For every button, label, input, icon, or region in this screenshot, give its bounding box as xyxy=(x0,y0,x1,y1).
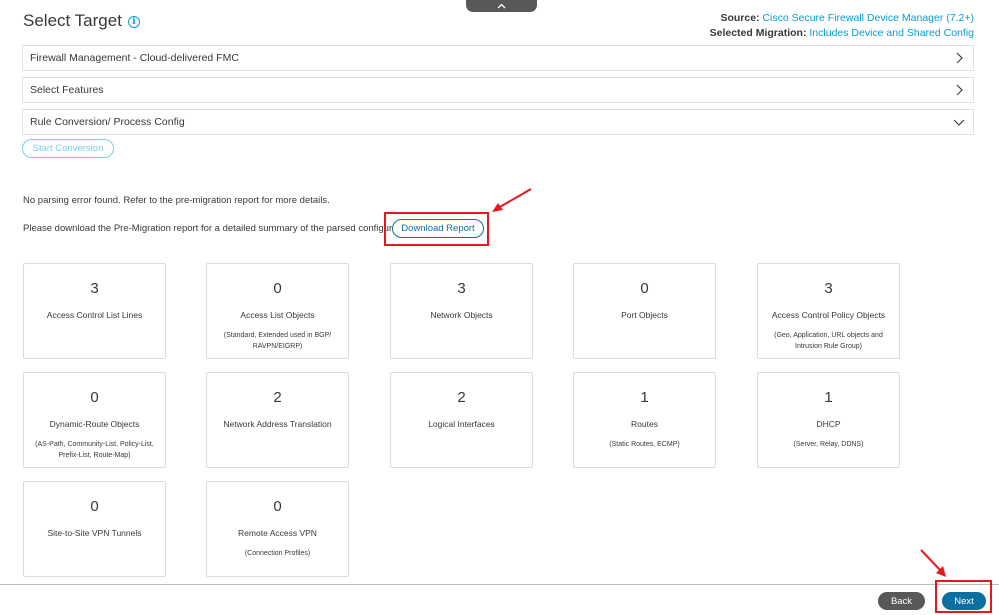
card-label: Network Address Translation xyxy=(223,419,332,429)
card-count: 0 xyxy=(273,498,282,515)
card-sublabel: (Connection Profiles) xyxy=(244,550,311,557)
card-label: Routes xyxy=(631,419,658,429)
next-button[interactable]: Next xyxy=(942,592,986,610)
card-count: 0 xyxy=(273,280,282,297)
card-sublabel: (Static Routes, ECMP) xyxy=(609,441,680,448)
parsing-status-message: No parsing error found. Refer to the pre… xyxy=(23,195,330,206)
footer-divider xyxy=(0,584,999,585)
card-count: 1 xyxy=(640,389,649,406)
card-label: Site-to-Site VPN Tunnels xyxy=(47,528,142,538)
card-sublabel: (Server, Relay, DDNS) xyxy=(793,441,864,448)
migration-source-info: Source: Cisco Secure Firewall Device Man… xyxy=(710,11,974,41)
download-prompt-message: Please download the Pre-Migration report… xyxy=(23,223,416,234)
selected-migration-label: Selected Migration: xyxy=(709,27,807,39)
card-sublabel: (AS-Path, Community-List, Policy-List, P… xyxy=(35,441,154,459)
summary-card: 2 Network Address Translation xyxy=(206,372,349,468)
accordion-select-features[interactable]: Select Features xyxy=(22,77,974,103)
summary-card: 3 Access Control List Lines xyxy=(23,263,166,359)
page-title-text: Select Target xyxy=(23,11,122,30)
summary-card: 1 Routes (Static Routes, ECMP) xyxy=(573,372,716,468)
chevron-right-icon xyxy=(956,52,963,64)
card-label: Logical Interfaces xyxy=(428,419,495,429)
card-label: Network Objects xyxy=(430,310,493,320)
card-label: Dynamic-Route Objects xyxy=(49,419,140,429)
card-label: Remote Access VPN xyxy=(238,528,317,538)
chevron-down-icon xyxy=(953,119,965,126)
summary-card: 3 Access Control Policy Objects (Geo, Ap… xyxy=(757,263,900,359)
card-label: Access Control List Lines xyxy=(46,310,143,320)
accordion-label: Firewall Management - Cloud-delivered FM… xyxy=(30,52,239,64)
back-button[interactable]: Back xyxy=(878,592,925,610)
card-sublabel: (Geo, Application, URL objects and Intru… xyxy=(774,332,883,350)
arrow-to-download-report xyxy=(492,188,532,212)
arrow-to-next-button xyxy=(920,549,946,577)
source-label: Source: xyxy=(720,12,760,24)
page-title: Select Target i xyxy=(23,11,140,31)
card-sublabel: (Standard, Extended used in BGP/ RAVPN/E… xyxy=(223,332,332,350)
card-count: 3 xyxy=(824,280,833,297)
card-count: 1 xyxy=(824,389,833,406)
info-icon[interactable]: i xyxy=(127,16,140,28)
accordion-label: Select Features xyxy=(30,84,104,96)
card-count: 0 xyxy=(90,389,99,406)
accordion-rule-conversion[interactable]: Rule Conversion/ Process Config xyxy=(22,109,974,135)
summary-card: 1 DHCP (Server, Relay, DDNS) xyxy=(757,372,900,468)
summary-card: 0 Dynamic-Route Objects (AS-Path, Commun… xyxy=(23,372,166,468)
summary-card: 0 Access List Objects (Standard, Extende… xyxy=(206,263,349,359)
card-count: 2 xyxy=(273,389,282,406)
chevron-up-icon xyxy=(497,3,506,9)
chevron-right-icon xyxy=(956,84,963,96)
summary-card: 3 Network Objects xyxy=(390,263,533,359)
card-label: Port Objects xyxy=(621,310,668,320)
summary-card: 0 Port Objects xyxy=(573,263,716,359)
card-label: DHCP xyxy=(816,419,841,429)
source-value: Cisco Secure Firewall Device Manager (7.… xyxy=(762,12,974,24)
download-report-button[interactable]: Download Report xyxy=(392,219,484,238)
selected-migration-value: Includes Device and Shared Config xyxy=(809,27,974,39)
summary-card: 0 Remote Access VPN (Connection Profiles… xyxy=(206,481,349,577)
start-conversion-button[interactable]: Start Conversion xyxy=(22,139,114,158)
card-count: 0 xyxy=(90,498,99,515)
card-label: Access List Objects xyxy=(240,310,315,320)
summary-card: 2 Logical Interfaces xyxy=(390,372,533,468)
accordion-label: Rule Conversion/ Process Config xyxy=(30,116,185,128)
card-count: 3 xyxy=(457,280,466,297)
card-count: 0 xyxy=(640,280,649,297)
summary-card: 0 Site-to-Site VPN Tunnels xyxy=(23,481,166,577)
card-label: Access Control Policy Objects xyxy=(771,310,886,320)
accordion-firewall-management[interactable]: Firewall Management - Cloud-delivered FM… xyxy=(22,45,974,71)
card-count: 3 xyxy=(90,280,99,297)
card-count: 2 xyxy=(457,389,466,406)
collapse-header-handle[interactable] xyxy=(466,0,537,12)
